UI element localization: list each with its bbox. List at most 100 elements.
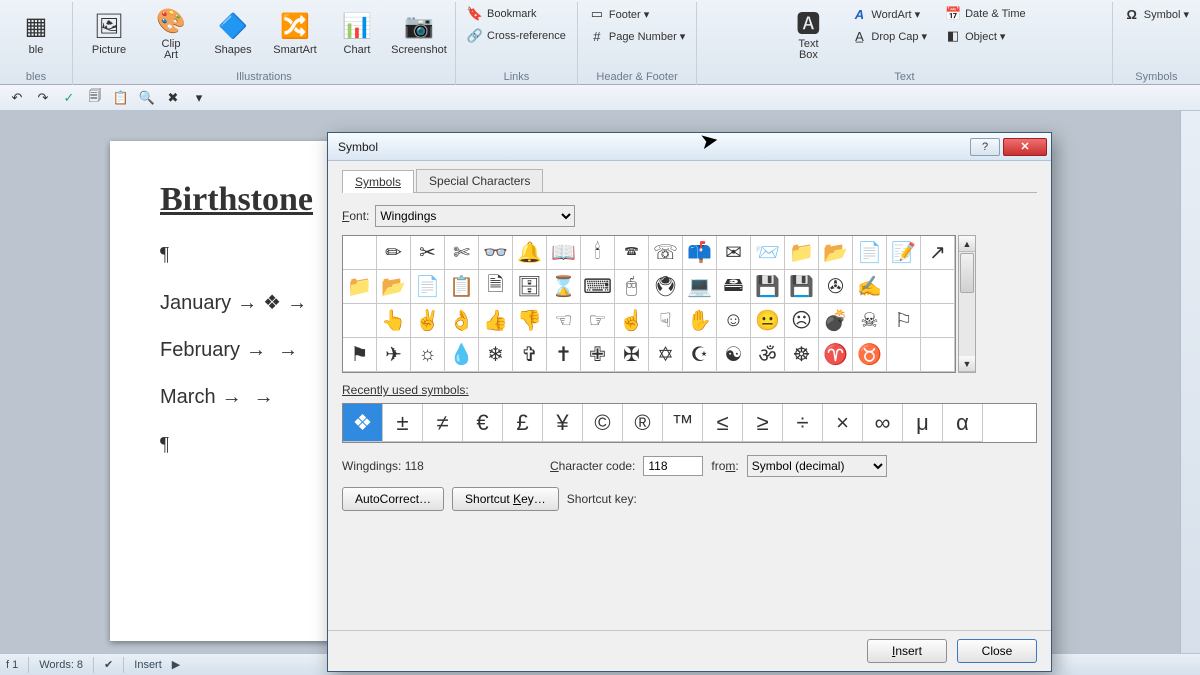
- symbol-cell[interactable]: ❄: [479, 338, 513, 372]
- recent-symbol-cell[interactable]: α: [943, 404, 983, 442]
- symbol-cell[interactable]: 📝: [887, 236, 921, 270]
- symbol-cell[interactable]: 🗄: [513, 270, 547, 304]
- chart-button[interactable]: 📊Chart: [327, 2, 387, 62]
- symbol-button[interactable]: ΩSymbol ▾: [1119, 4, 1194, 24]
- recent-symbol-cell[interactable]: ≠: [423, 404, 463, 442]
- symbol-cell[interactable]: 👓: [479, 236, 513, 270]
- font-select[interactable]: Wingdings: [375, 205, 575, 227]
- symbol-cell[interactable]: ✄: [445, 236, 479, 270]
- object-button[interactable]: ◧Object ▾: [940, 26, 1031, 46]
- from-select[interactable]: Symbol (decimal): [747, 455, 887, 477]
- qat-paste[interactable]: 📋: [110, 88, 132, 108]
- symbol-cell[interactable]: 📨: [751, 236, 785, 270]
- symbol-cell[interactable]: [343, 304, 377, 338]
- recent-symbol-cell[interactable]: ≥: [743, 404, 783, 442]
- symbol-cell[interactable]: ☞: [581, 304, 615, 338]
- symbol-scrollbar[interactable]: ▲ ▼: [958, 235, 976, 373]
- qat-redo[interactable]: ↷: [32, 88, 54, 108]
- symbol-cell[interactable]: ✍: [853, 270, 887, 304]
- symbol-cell[interactable]: ✂: [411, 236, 445, 270]
- scroll-thumb[interactable]: [960, 253, 974, 293]
- symbol-cell[interactable]: 👎: [513, 304, 547, 338]
- clipart-button[interactable]: 🎨Clip Art: [141, 2, 201, 62]
- recent-symbol-cell[interactable]: ®: [623, 404, 663, 442]
- symbol-cell[interactable]: ☝: [615, 304, 649, 338]
- symbol-cell[interactable]: ✙: [581, 338, 615, 372]
- shortcutkey-button[interactable]: Shortcut Key…: [452, 487, 559, 511]
- symbol-cell[interactable]: 📖: [547, 236, 581, 270]
- symbol-cell[interactable]: [921, 304, 955, 338]
- symbol-cell[interactable]: 📁: [343, 270, 377, 304]
- symbol-cell[interactable]: ✏: [377, 236, 411, 270]
- qat-undo[interactable]: ↶: [6, 88, 28, 108]
- symbol-cell[interactable]: [921, 338, 955, 372]
- symbol-cell[interactable]: 📁: [785, 236, 819, 270]
- recent-symbol-cell[interactable]: ≤: [703, 404, 743, 442]
- dialog-titlebar[interactable]: Symbol ? ✕: [328, 133, 1051, 161]
- symbol-cell[interactable]: ♈: [819, 338, 853, 372]
- symbol-cell[interactable]: ☠: [853, 304, 887, 338]
- symbol-cell[interactable]: 💾: [785, 270, 819, 304]
- symbol-cell[interactable]: ✞: [513, 338, 547, 372]
- symbol-cell[interactable]: 💻: [683, 270, 717, 304]
- symbol-cell[interactable]: ↗: [921, 236, 955, 270]
- recent-symbol-cell[interactable]: ±: [383, 404, 423, 442]
- recent-symbol-cell[interactable]: ¥: [543, 404, 583, 442]
- symbol-cell[interactable]: ⚐: [887, 304, 921, 338]
- symbol-cell[interactable]: ✝: [547, 338, 581, 372]
- symbol-cell[interactable]: ⌨: [581, 270, 615, 304]
- symbol-cell[interactable]: ☏: [649, 236, 683, 270]
- symbol-cell[interactable]: ☹: [785, 304, 819, 338]
- recent-symbol-cell[interactable]: ❖: [343, 404, 383, 442]
- symbol-cell[interactable]: [343, 236, 377, 270]
- wordart-button[interactable]: AWordArt ▾: [846, 4, 932, 24]
- pagenumber-button[interactable]: #Page Number ▾: [584, 26, 690, 46]
- symbol-cell[interactable]: ☸: [785, 338, 819, 372]
- tab-symbols[interactable]: Symbols: [342, 170, 414, 193]
- symbol-cell[interactable]: 📋: [445, 270, 479, 304]
- recent-symbol-cell[interactable]: ×: [823, 404, 863, 442]
- symbol-cell[interactable]: ✉: [717, 236, 751, 270]
- status-mode[interactable]: Insert: [134, 659, 162, 671]
- symbol-cell[interactable]: ☺: [717, 304, 751, 338]
- symbol-cell[interactable]: 📂: [819, 236, 853, 270]
- symbol-cell[interactable]: 😐: [751, 304, 785, 338]
- symbol-cell[interactable]: ✠: [615, 338, 649, 372]
- picture-button[interactable]: 🖼Picture: [79, 2, 139, 62]
- autocorrect-button[interactable]: AutoCorrect…: [342, 487, 444, 511]
- recent-symbol-cell[interactable]: €: [463, 404, 503, 442]
- symbol-cell[interactable]: 💣: [819, 304, 853, 338]
- symbol-cell[interactable]: [887, 338, 921, 372]
- symbol-cell[interactable]: ⌛: [547, 270, 581, 304]
- symbol-cell[interactable]: ☼: [411, 338, 445, 372]
- smartart-button[interactable]: 🔀SmartArt: [265, 2, 325, 62]
- scroll-up-icon[interactable]: ▲: [959, 236, 975, 252]
- symbol-cell[interactable]: ✇: [819, 270, 853, 304]
- symbol-cell[interactable]: ✋: [683, 304, 717, 338]
- status-words[interactable]: Words: 8: [39, 659, 83, 671]
- symbol-cell[interactable]: 💾: [751, 270, 785, 304]
- footer-button[interactable]: ▭Footer ▾: [584, 4, 690, 24]
- symbol-cell[interactable]: ✌: [411, 304, 445, 338]
- symbol-cell[interactable]: 👌: [445, 304, 479, 338]
- symbol-cell[interactable]: 💧: [445, 338, 479, 372]
- qat-dropdown[interactable]: ▾: [188, 88, 210, 108]
- symbol-cell[interactable]: [887, 270, 921, 304]
- crossref-button[interactable]: 🔗Cross-reference: [462, 26, 571, 46]
- symbol-cell[interactable]: 📄: [411, 270, 445, 304]
- symbol-cell[interactable]: 🖰: [615, 270, 649, 304]
- help-button[interactable]: ?: [970, 138, 1000, 156]
- symbol-cell[interactable]: ♉: [853, 338, 887, 372]
- symbol-cell[interactable]: ☯: [717, 338, 751, 372]
- symbol-cell[interactable]: 👆: [377, 304, 411, 338]
- recent-symbol-cell[interactable]: ™: [663, 404, 703, 442]
- symbol-cell[interactable]: 🔔: [513, 236, 547, 270]
- recent-symbol-cell[interactable]: ÷: [783, 404, 823, 442]
- symbol-cell[interactable]: ☪: [683, 338, 717, 372]
- qat-copy[interactable]: 🗐: [84, 88, 106, 108]
- status-proof-icon[interactable]: ✔: [104, 658, 113, 671]
- insert-button[interactable]: Insert: [867, 639, 947, 663]
- symbol-cell[interactable]: 🖴: [717, 270, 751, 304]
- shapes-button[interactable]: 🔷Shapes: [203, 2, 263, 62]
- qat-spellcheck[interactable]: ✓: [58, 88, 80, 108]
